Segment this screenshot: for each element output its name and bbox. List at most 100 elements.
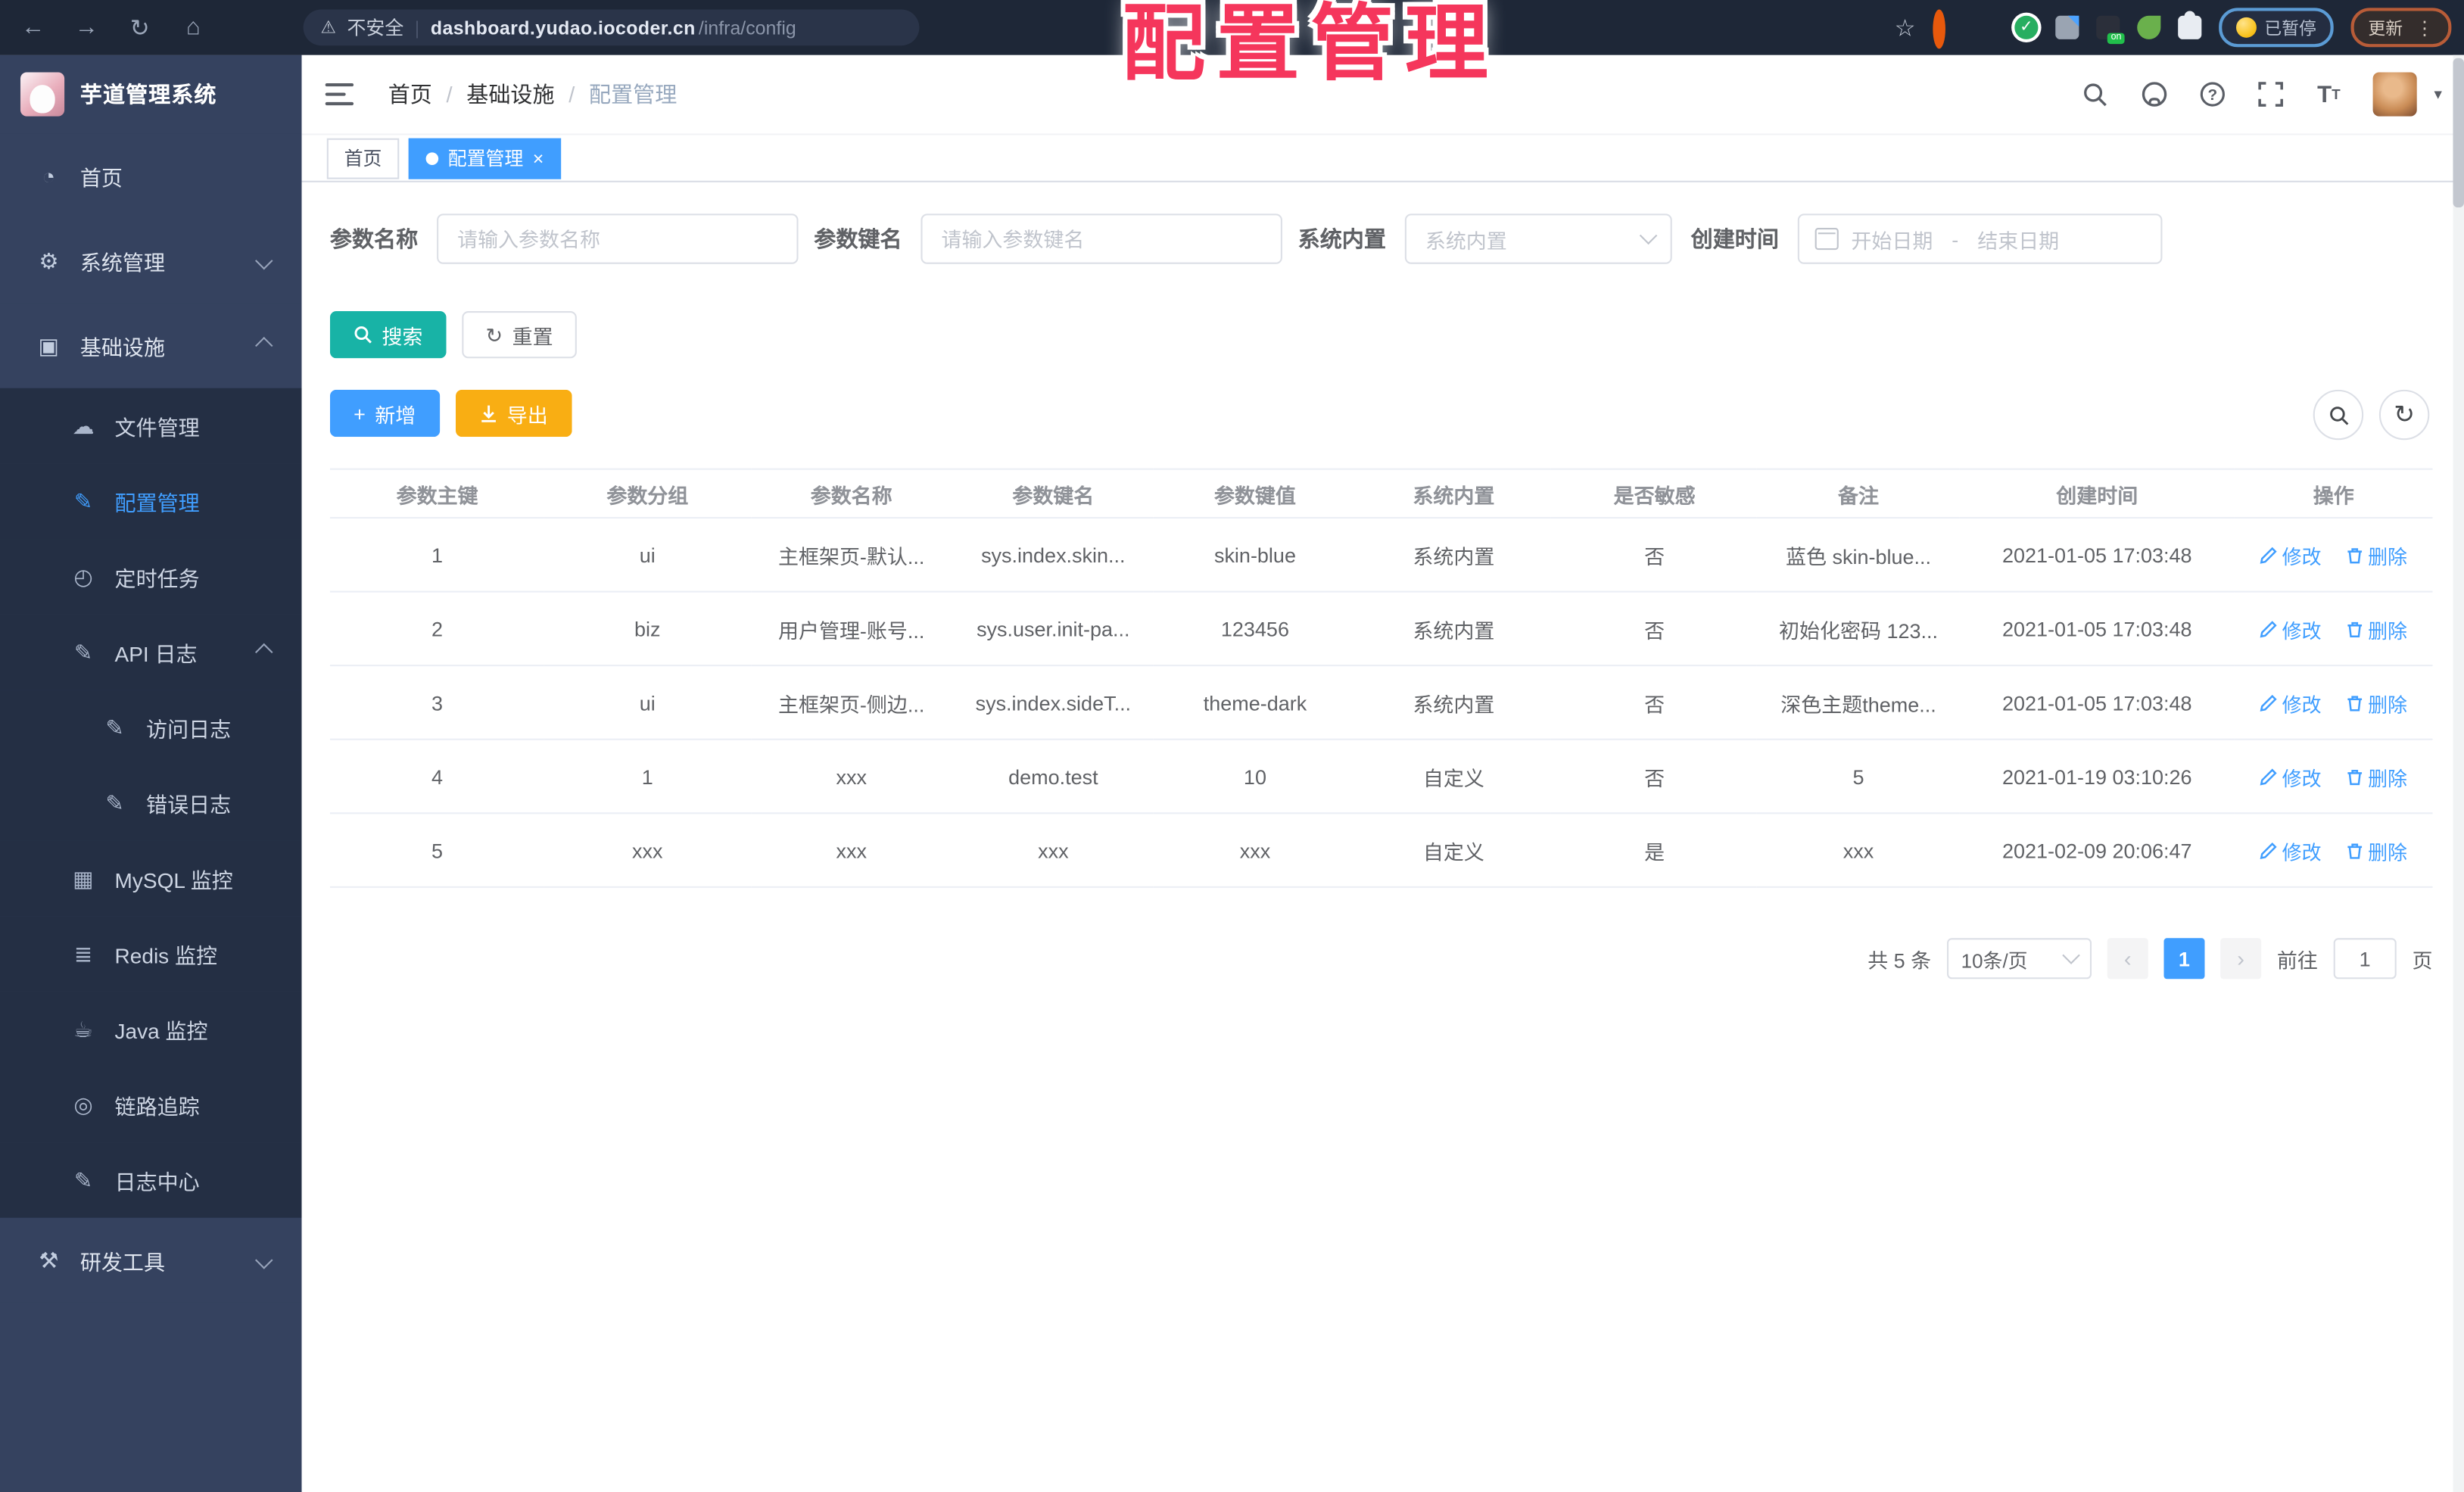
delete-link[interactable]: 删除 — [2346, 614, 2407, 643]
breadcrumb-separator: / — [568, 81, 575, 107]
user-avatar[interactable] — [2372, 72, 2417, 117]
breadcrumb-item-home[interactable]: 首页 — [388, 79, 432, 111]
table-row[interactable]: 2 biz 用户管理-账号... sys.user.init-pa... 123… — [329, 591, 2433, 667]
table-row[interactable]: 5 xxx xxx xxx xxx 自定义 是 xxx 2021-02-09 2… — [329, 813, 2433, 888]
scrollbar-thumb[interactable] — [2453, 58, 2464, 208]
table-cell: 否 — [1551, 665, 1758, 740]
extension-orange-icon[interactable] — [1933, 9, 1956, 49]
chevron-down-icon — [255, 1251, 273, 1269]
table-row[interactable]: 1 ui 主框架页-默认... sys.index.skin... skin-b… — [329, 518, 2433, 593]
table-cell: 2021-02-09 20:06:47 — [1959, 813, 2235, 888]
font-size-icon[interactable]: TT — [2315, 80, 2343, 108]
modify-link[interactable]: 修改 — [2260, 614, 2322, 643]
page-size-select[interactable]: 10条/页 — [1946, 938, 2092, 980]
sidebar-item-mysql-monitor[interactable]: ▦ MySQL 监控 — [0, 840, 302, 917]
search-icon[interactable] — [2082, 80, 2110, 108]
paused-badge[interactable]: 已暂停 — [2219, 8, 2334, 48]
browser-extensions-area: ☆ ✓ on 已暂停 更新 ⋮ — [1895, 0, 2452, 55]
add-button[interactable]: + 新增 — [329, 389, 440, 438]
forward-arrow-icon[interactable]: → — [72, 14, 100, 41]
sidebar-item-home[interactable]: ◔ 首页 — [0, 133, 302, 219]
export-button[interactable]: 导出 — [455, 389, 572, 438]
system-builtin-select[interactable]: 系统内置 — [1404, 213, 1672, 264]
browser-menu-icon[interactable]: ⋮ — [2416, 17, 2434, 39]
page-size-value: 10条/页 — [1961, 949, 2028, 972]
sidebar-item-scheduled-tasks[interactable]: ◴ 定时任务 — [0, 539, 302, 615]
sidebar-item-label: 访问日志 — [146, 718, 232, 742]
column-header: 参数分组 — [544, 468, 751, 519]
column-header: 参数键名 — [952, 468, 1154, 519]
tab-home[interactable]: 首页 — [326, 137, 400, 179]
refresh-icon[interactable]: ↻ — [2378, 389, 2430, 441]
extension-on-badge-icon[interactable]: on — [2096, 15, 2125, 45]
table-row[interactable]: 3 ui 主框架页-侧边... sys.index.sideT... theme… — [329, 665, 2433, 740]
table-cell: 2021-01-05 17:03:48 — [1959, 518, 2235, 593]
table-cell: 自定义 — [1356, 813, 1552, 888]
table-row[interactable]: 4 1 xxx demo.test 10 自定义 否 5 2021-01-19 … — [329, 739, 2433, 815]
table-cell: 2021-01-19 03:10:26 — [1959, 739, 2235, 815]
delete-link[interactable]: 删除 — [2346, 687, 2407, 717]
sidebar-item-api-log[interactable]: ✎ API 日志 — [0, 614, 302, 690]
goto-page-input[interactable] — [2333, 938, 2397, 980]
create-time-range-picker[interactable]: 开始日期 - 结束日期 — [1797, 213, 2163, 264]
sidebar-item-redis-monitor[interactable]: ≣ Redis 监控 — [0, 916, 302, 992]
extensions-puzzle-icon[interactable] — [2178, 11, 2202, 39]
chevron-down-icon[interactable]: ▾ — [2434, 86, 2441, 103]
extension-pin-icon[interactable] — [1973, 16, 1997, 39]
sidebar-item-system-management[interactable]: ⚙ 系统管理 — [0, 218, 302, 304]
next-page-button[interactable]: › — [2220, 938, 2262, 980]
sidebar-item-java-monitor[interactable]: ☕ Java 监控 — [0, 991, 302, 1067]
sidebar-item-error-log[interactable]: ✎ 错误日志 — [0, 765, 302, 841]
sidebar-item-trace[interactable]: ◎ 链路追踪 — [0, 1067, 302, 1143]
sidebar-item-config-management[interactable]: ✎ 配置管理 — [0, 463, 302, 540]
row-actions: 修改 删除 — [2235, 665, 2433, 740]
back-arrow-icon[interactable]: ← — [19, 14, 47, 41]
bookmark-star-icon[interactable]: ☆ — [1895, 14, 1916, 42]
prev-page-button[interactable]: ‹ — [2107, 938, 2148, 980]
sidebar-collapse-icon[interactable] — [325, 83, 354, 106]
window-scrollbar[interactable] — [2453, 55, 2464, 1492]
extension-leaf-icon[interactable] — [2137, 15, 2161, 39]
sidebar-item-file-management[interactable]: ☁ 文件管理 — [0, 388, 302, 464]
github-icon[interactable] — [2140, 80, 2168, 108]
sidebar-item-access-log[interactable]: ✎ 访问日志 — [0, 690, 302, 765]
tab-config-management[interactable]: 配置管理 × — [408, 137, 562, 179]
modify-link[interactable]: 修改 — [2260, 835, 2322, 864]
sidebar-item-infrastructure[interactable]: ▣ 基础设施 — [0, 303, 302, 388]
reset-button[interactable]: ↻ 重置 — [462, 311, 577, 359]
app-logo[interactable]: 芋道管理系统 — [0, 55, 302, 134]
search-button-label: 搜索 — [382, 324, 423, 348]
param-name-input[interactable] — [437, 213, 799, 264]
tab-label: 配置管理 — [447, 148, 524, 170]
sidebar-item-dev-tools[interactable]: ⚒ 研发工具 — [0, 1217, 302, 1303]
param-key-input[interactable] — [920, 213, 1282, 264]
home-icon[interactable]: ⌂ — [179, 14, 207, 41]
browser-nav: ← → ↻ ⌂ — [0, 14, 207, 42]
extension-check-icon[interactable]: ✓ — [2014, 15, 2039, 39]
address-bar[interactable]: ⚠ 不安全 | dashboard.yudao.iocoder.cn /infr… — [303, 9, 920, 46]
select-placeholder: 系统内置 — [1425, 229, 1507, 253]
delete-link[interactable]: 删除 — [2346, 762, 2407, 791]
help-icon[interactable]: ? — [2198, 80, 2226, 108]
modify-link[interactable]: 修改 — [2260, 687, 2322, 717]
browser-update-button[interactable]: 更新 ⋮ — [2350, 8, 2452, 48]
row-actions: 修改 删除 — [2235, 739, 2433, 815]
gear-icon: ⚙ — [39, 247, 59, 273]
sidebar-item-log-center[interactable]: ✎ 日志中心 — [0, 1142, 302, 1218]
close-icon[interactable]: × — [533, 148, 544, 167]
fullscreen-icon[interactable] — [2257, 80, 2285, 108]
extension-gray-blue-icon[interactable] — [2055, 15, 2079, 39]
dashboard-icon: ◔ — [42, 163, 56, 189]
search-button[interactable]: 搜索 — [329, 311, 447, 359]
chevron-down-icon — [255, 251, 273, 270]
delete-link[interactable]: 删除 — [2346, 540, 2407, 569]
refresh-icon[interactable]: ↻ — [126, 14, 154, 42]
search-toggle-icon[interactable] — [2313, 389, 2364, 441]
table-cell: xxx — [750, 739, 953, 815]
page-1-button[interactable]: 1 — [2163, 938, 2205, 980]
modify-link[interactable]: 修改 — [2260, 540, 2322, 569]
modify-link[interactable]: 修改 — [2260, 762, 2322, 791]
breadcrumb-item-infrastructure[interactable]: 基础设施 — [466, 79, 554, 111]
delete-link[interactable]: 删除 — [2346, 835, 2407, 864]
delete-link-label: 删除 — [2368, 546, 2408, 568]
